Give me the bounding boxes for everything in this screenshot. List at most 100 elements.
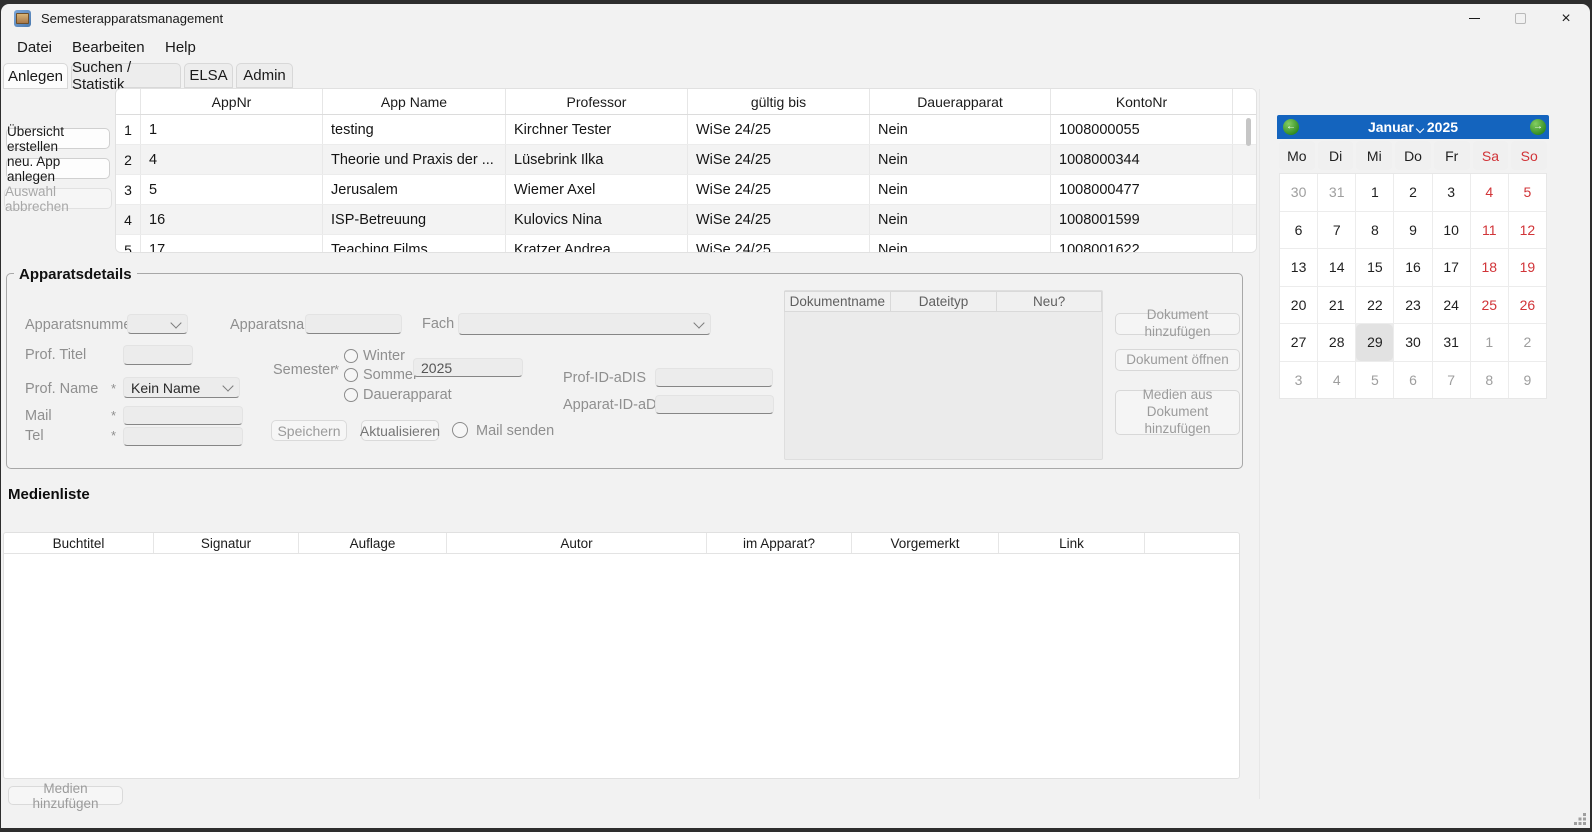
medien-column-header[interactable]: Link <box>999 533 1145 553</box>
calendar-date-cell[interactable]: 6 <box>1394 362 1431 399</box>
resize-grip[interactable] <box>1574 813 1577 816</box>
dokument-hinzufuegen-button[interactable]: Dokument hinzufügen <box>1115 313 1240 335</box>
calendar-date-cell[interactable]: 25 <box>1471 287 1508 324</box>
close-button[interactable]: × <box>1543 5 1589 32</box>
sommer-radio[interactable] <box>344 368 358 382</box>
calendar-date-cell[interactable]: 7 <box>1433 362 1470 399</box>
medien-column-header[interactable]: im Apparat? <box>707 533 852 553</box>
calendar-prev-button[interactable]: ← <box>1283 119 1299 135</box>
apparat-id-adis-field[interactable] <box>655 395 774 414</box>
calendar-date-cell[interactable]: 13 <box>1280 249 1317 286</box>
column-header[interactable]: App Name <box>323 89 506 114</box>
calendar-date-cell[interactable]: 31 <box>1433 324 1470 361</box>
calendar-date-cell[interactable]: 5 <box>1356 362 1393 399</box>
calendar-date-cell[interactable]: 23 <box>1394 287 1431 324</box>
calendar-date-cell[interactable]: 9 <box>1394 212 1431 249</box>
table-row[interactable]: 35JerusalemWiemer AxelWiSe 24/25Nein1008… <box>116 175 1256 205</box>
table-row[interactable]: 517Teaching FilmsKratzer AndreaWiSe 24/2… <box>116 235 1256 253</box>
calendar-date-cell[interactable]: 3 <box>1433 174 1470 211</box>
calendar-date-cell[interactable]: 19 <box>1509 249 1546 286</box>
calendar-date-cell[interactable]: 4 <box>1318 362 1355 399</box>
mail-field[interactable] <box>123 406 243 425</box>
menu-bearbeiten[interactable]: Bearbeiten <box>67 36 150 58</box>
medien-hinzufuegen-button[interactable]: Medien hinzufügen <box>8 786 123 805</box>
calendar-next-button[interactable]: → <box>1530 119 1546 135</box>
uebersicht-erstellen-button[interactable]: Übersicht erstellen <box>6 128 110 149</box>
medien-column-header[interactable]: Auflage <box>299 533 447 553</box>
medien-column-header[interactable]: Autor <box>447 533 707 553</box>
minimize-button[interactable] <box>1451 5 1497 32</box>
calendar-date-cell[interactable]: 4 <box>1471 174 1508 211</box>
menu-help[interactable]: Help <box>160 36 201 58</box>
calendar-date-cell[interactable]: 18 <box>1471 249 1508 286</box>
calendar-date-cell[interactable]: 30 <box>1394 324 1431 361</box>
calendar-date-cell[interactable]: 30 <box>1280 174 1317 211</box>
document-column-header[interactable]: Dateityp <box>890 291 998 312</box>
calendar-date-cell[interactable]: 11 <box>1471 212 1508 249</box>
column-header[interactable]: AppNr <box>141 89 323 114</box>
calendar-date-cell[interactable]: 10 <box>1433 212 1470 249</box>
document-column-header[interactable]: Dokumentname <box>784 291 891 312</box>
table-row[interactable]: 11testingKirchner TesterWiSe 24/25Nein10… <box>116 115 1256 145</box>
neue-app-anlegen-button[interactable]: neu. App anlegen <box>6 158 110 179</box>
medien-column-header[interactable]: Buchtitel <box>4 533 154 553</box>
document-column-header[interactable]: Neu? <box>996 291 1102 312</box>
calendar-date-cell[interactable]: 22 <box>1356 287 1393 324</box>
calendar-date-cell[interactable]: 6 <box>1280 212 1317 249</box>
speichern-button[interactable]: Speichern <box>271 420 347 441</box>
dokument-oeffnen-button[interactable]: Dokument öffnen <box>1115 349 1240 371</box>
calendar-date-cell[interactable]: 17 <box>1433 249 1470 286</box>
calendar-date-cell[interactable]: 7 <box>1318 212 1355 249</box>
calendar-date-cell[interactable]: 16 <box>1394 249 1431 286</box>
prof-name-combobox[interactable]: Kein Name <box>123 377 240 398</box>
calendar-date-cell[interactable]: 21 <box>1318 287 1355 324</box>
apparatsname-field[interactable] <box>305 314 402 334</box>
column-header[interactable]: Professor <box>506 89 688 114</box>
calendar-date-cell[interactable]: 28 <box>1318 324 1355 361</box>
column-header[interactable]: Dauerapparat <box>870 89 1051 114</box>
calendar-date-cell[interactable]: 2 <box>1509 324 1546 361</box>
fach-combobox[interactable] <box>458 313 711 335</box>
calendar-date-cell[interactable]: 1 <box>1356 174 1393 211</box>
tab-anlegen[interactable]: Anlegen <box>3 63 68 89</box>
column-header[interactable]: gültig bis <box>688 89 870 114</box>
dauerapparat-radio[interactable] <box>344 388 358 402</box>
prof-id-adis-field[interactable] <box>655 368 773 387</box>
calendar-date-cell[interactable]: 27 <box>1280 324 1317 361</box>
apps-table-scrollbar[interactable] <box>1246 118 1251 146</box>
calendar-date-cell[interactable]: 14 <box>1318 249 1355 286</box>
column-header[interactable]: KontoNr <box>1051 89 1233 114</box>
calendar-date-cell[interactable]: 26 <box>1509 287 1546 324</box>
mail-senden-checkbox[interactable] <box>452 422 468 438</box>
medien-column-header[interactable]: Signatur <box>154 533 299 553</box>
aktualisieren-button[interactable]: Aktualisieren <box>361 420 439 441</box>
calendar-date-cell[interactable]: 9 <box>1509 362 1546 399</box>
calendar-date-cell[interactable]: 8 <box>1471 362 1508 399</box>
winter-radio[interactable] <box>344 349 358 363</box>
tab-elsa[interactable]: ELSA <box>184 63 233 88</box>
apparatsnummer-combobox[interactable] <box>127 314 188 334</box>
calendar-date-cell[interactable]: 15 <box>1356 249 1393 286</box>
calendar-date-cell[interactable]: 24 <box>1433 287 1470 324</box>
tab-admin[interactable]: Admin <box>236 63 293 88</box>
maximize-button[interactable] <box>1497 5 1543 32</box>
calendar-date-cell[interactable]: 20 <box>1280 287 1317 324</box>
calendar-date-cell[interactable]: 31 <box>1318 174 1355 211</box>
calendar-date-cell[interactable]: 12 <box>1509 212 1546 249</box>
calendar-year[interactable]: 2025 <box>1427 119 1458 135</box>
calendar-date-cell[interactable]: 29 <box>1356 324 1393 361</box>
calendar-date-cell[interactable]: 1 <box>1471 324 1508 361</box>
tel-field[interactable] <box>123 427 243 446</box>
calendar-date-cell[interactable]: 8 <box>1356 212 1393 249</box>
prof-titel-field[interactable] <box>123 345 193 365</box>
calendar-date-cell[interactable]: 2 <box>1394 174 1431 211</box>
medien-column-header[interactable]: Vorgemerkt <box>852 533 999 553</box>
table-row[interactable]: 416ISP-BetreuungKulovics NinaWiSe 24/25N… <box>116 205 1256 235</box>
tab-suchen-statistik[interactable]: Suchen / Statistik <box>71 63 181 88</box>
calendar-date-cell[interactable]: 3 <box>1280 362 1317 399</box>
table-row[interactable]: 24Theorie und Praxis der ...Lüsebrink Il… <box>116 145 1256 175</box>
jahr-field[interactable]: 2025 <box>413 358 523 377</box>
calendar-month[interactable]: Januar <box>1368 119 1414 135</box>
auswahl-abbrechen-button[interactable]: Auswahl abbrechen <box>4 188 112 209</box>
calendar-date-cell[interactable]: 5 <box>1509 174 1546 211</box>
